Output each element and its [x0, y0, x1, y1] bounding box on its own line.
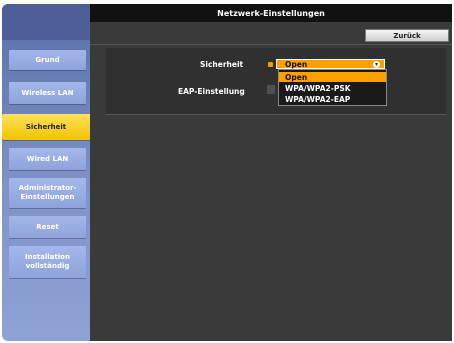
security-select[interactable]: Open ▾	[276, 59, 385, 69]
sidebar-item-sicherheit[interactable]: Sicherheit	[2, 114, 90, 140]
sidebar-item-wireless-lan[interactable]: Wireless LAN	[9, 82, 86, 104]
sidebar-item-reset[interactable]: Reset	[9, 216, 86, 238]
dropdown-option-open[interactable]: Open	[279, 72, 386, 82]
sidebar-item-grund[interactable]: Grund	[9, 50, 86, 70]
dropdown-option-wpa-eap[interactable]: WPA/WPA2-EAP	[279, 94, 386, 104]
sidebar-item-administrator-einstellungen[interactable]: Administrator-Einstellungen	[9, 178, 86, 208]
sidebar-item-label: Grund	[35, 55, 60, 64]
sidebar-item-label: Sicherheit	[25, 122, 67, 131]
security-select-value: Open	[285, 59, 308, 69]
sidebar-item-label: Installation vollständig	[25, 253, 70, 270]
chevron-down-icon: ▾	[373, 61, 380, 68]
eap-select[interactable]	[267, 85, 275, 94]
back-button[interactable]: Zurück	[365, 29, 449, 42]
sidebar-item-wired-lan[interactable]: Wired LAN	[9, 148, 86, 170]
page-title: Netzwerk-Einstellungen	[90, 4, 452, 22]
selection-marker-icon	[268, 62, 273, 67]
security-dropdown-menu: Open WPA/WPA2-PSK WPA/WPA2-EAP	[278, 69, 387, 106]
eap-label: EAP-Einstellung	[178, 87, 245, 96]
security-label: Sicherheit	[200, 60, 244, 69]
sidebar-item-label: Wired LAN	[26, 154, 69, 163]
sidebar-item-label: Reset	[36, 222, 59, 231]
sidebar-item-label: Wireless LAN	[21, 88, 74, 97]
sidebar-item-label: Administrator-Einstellungen	[18, 184, 77, 201]
sidebar-item-installation-vollstaendig[interactable]: Installation vollständig	[9, 246, 86, 278]
sidebar-header	[2, 4, 90, 40]
divider	[90, 44, 452, 45]
network-settings-window: Grund Wireless LAN Sicherheit Wired LAN …	[0, 0, 454, 343]
dropdown-option-wpa-psk[interactable]: WPA/WPA2-PSK	[279, 83, 386, 93]
